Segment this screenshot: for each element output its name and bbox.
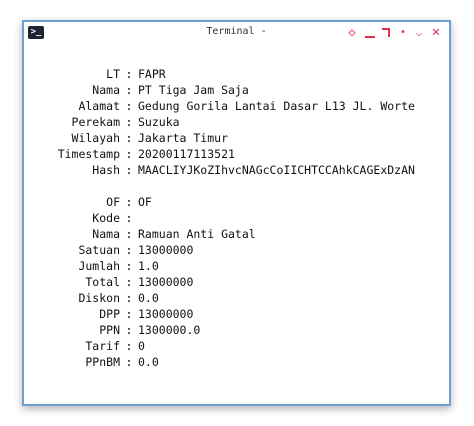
title-bar[interactable]: >_ Terminal - ◇ • ⌵ ✕ [24,22,449,44]
field-value: Jakarta Timur [138,131,229,145]
output-line-diskon: Diskon:0.0 [24,290,159,306]
separator: : [125,227,133,241]
separator: : [125,115,133,129]
field-value: 1300000.0 [138,323,201,337]
field-value: 13000000 [138,243,194,257]
field-label: Kode [92,211,120,225]
output-line-timestamp: Timestamp:20200117113521 [24,146,235,162]
field-label: PPnBM [85,355,120,369]
terminal-window: >_ Terminal - ◇ • ⌵ ✕ LT: FAPR Nama: PT Ti… [22,20,451,406]
output-line-nama-produk: Nama: Ramuan Anti Gatal [24,226,256,242]
field-label: OF [106,195,120,209]
separator: : [125,259,133,273]
field-label: Nama [92,83,120,97]
output-line-nama: Nama: PT Tiga Jam Saja [24,82,249,98]
field-value: PT Tiga Jam Saja [138,83,249,97]
field-value: FAPR [138,67,166,81]
field-label: DPP [99,307,120,321]
separator: : [125,147,133,161]
field-label: Timestamp [57,147,120,161]
field-label: Wilayah [71,131,120,145]
output-line-hash: Hash: MAACLIYJKoZIhvcNAGcCoIICHTCCAhkCAGE… [24,162,415,178]
field-label: PPN [99,323,120,337]
separator: : [125,323,133,337]
separator: : [125,131,133,145]
sticky-diamond-icon[interactable]: ◇ [346,25,358,40]
field-value: 0.0 [138,291,159,305]
field-label: Tarif [85,339,120,353]
field-label: Hash [92,163,120,177]
close-icon[interactable]: ✕ [429,25,443,40]
separator: : [125,339,133,353]
shade-chevron-icon[interactable]: ⌵ [412,25,426,40]
output-line-perekam: Perekam: Suzuka [24,114,180,130]
field-value: OF [138,195,152,209]
separator: : [125,307,133,321]
field-label: Jumlah [78,259,120,273]
field-value: Ramuan Anti Gatal [138,227,256,241]
field-value: 13000000 [138,307,194,321]
field-label: Nama [92,227,120,241]
field-label: Satuan [78,243,120,257]
minimize-icon[interactable] [363,25,377,40]
field-value: 1.0 [138,259,159,273]
output-line-alamat: Alamat: Gedung Gorila Lantai Dasar L13 JL… [24,98,415,114]
field-value: Suzuka [138,115,180,129]
menu-dot-icon[interactable]: • [398,25,408,40]
field-value: 20200117113521 [138,147,235,161]
output-line-of: OF: OF [24,194,152,210]
field-value: 13000000 [138,275,194,289]
field-label: Diskon [78,291,120,305]
separator: : [125,243,133,257]
separator: : [125,195,133,209]
output-line-ppn: PPN:1300000.0 [24,322,200,338]
separator: : [125,291,133,305]
field-label: Perekam [71,115,120,129]
output-line-wilayah: Wilayah: Jakarta Timur [24,130,228,146]
field-value: Gedung Gorila Lantai Dasar L13 JL. Worte [138,99,415,113]
output-line-satuan: Satuan:13000000 [24,242,193,258]
output-line-jumlah: Jumlah:1.0 [24,258,159,274]
separator: : [125,211,133,225]
field-value: MAACLIYJKoZIhvcNAGcCoIICHTCCAhkCAGExDzAN [138,163,415,177]
field-label: Total [85,275,120,289]
field-value: 0.0 [138,355,159,369]
field-value: 0 [138,339,145,353]
output-line-lt: LT: FAPR [24,66,166,82]
output-line-ppnbm: PPnBM:0.0 [24,354,159,370]
field-label: Alamat [78,99,120,113]
output-line-tarif: Tarif:0 [24,338,145,354]
maximize-icon[interactable] [380,25,394,40]
output-line-dpp: DPP:13000000 [24,306,193,322]
field-label: LT [106,67,120,81]
separator: : [125,275,133,289]
separator: : [125,99,133,113]
separator: : [125,355,133,369]
output-line-kode: Kode: [24,210,138,226]
separator: : [125,67,133,81]
output-line-total: Total:13000000 [24,274,193,290]
separator: : [125,83,133,97]
separator: : [125,163,133,177]
